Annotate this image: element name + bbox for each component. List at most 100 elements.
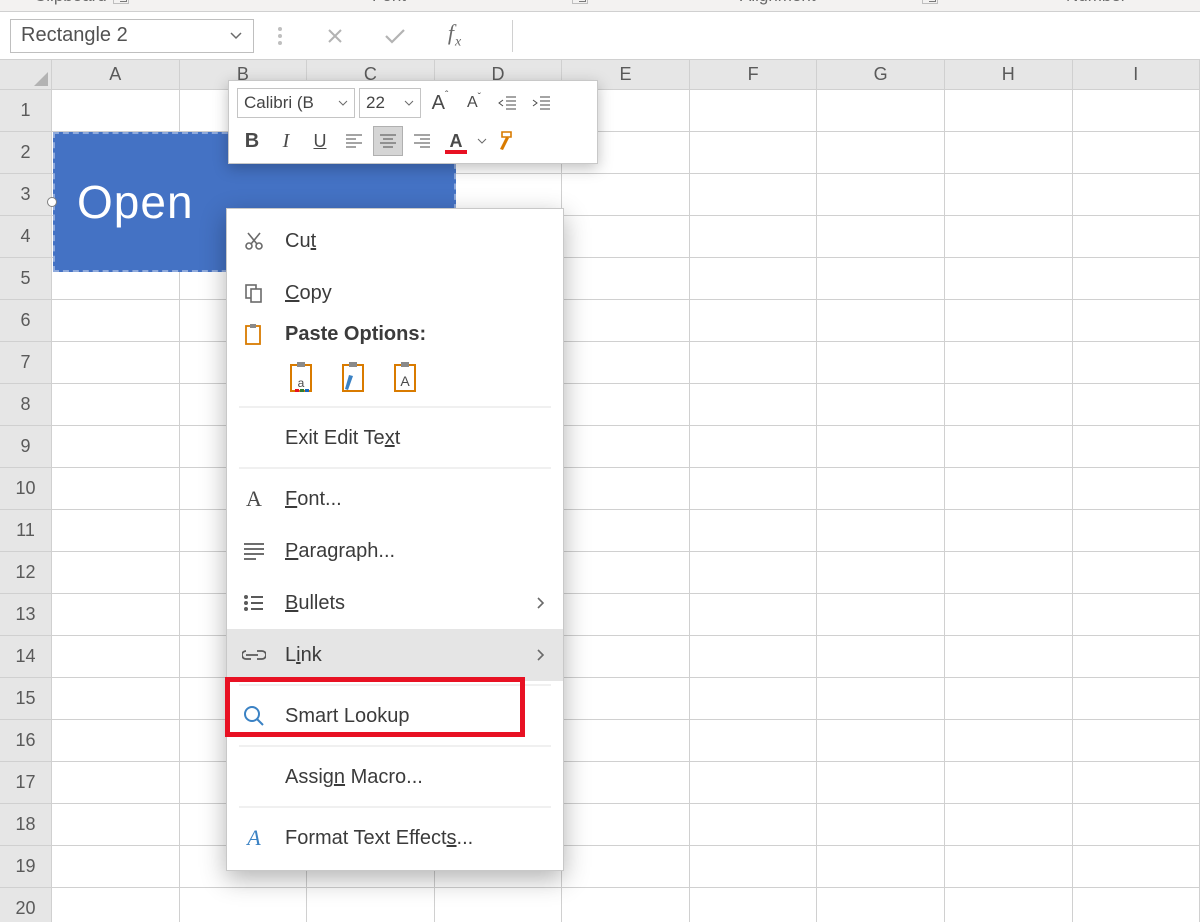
cell[interactable] (1073, 90, 1200, 132)
cell[interactable] (1073, 804, 1200, 846)
name-box-dropdown-icon[interactable] (227, 32, 245, 40)
row-header-3[interactable]: 3 (0, 174, 52, 216)
font-dialog-launcher-icon[interactable] (572, 0, 588, 4)
row-header-16[interactable]: 16 (0, 720, 52, 762)
row-header-8[interactable]: 8 (0, 384, 52, 426)
ctx-link[interactable]: Link (227, 629, 563, 681)
cell[interactable] (690, 426, 818, 468)
cell[interactable] (52, 636, 180, 678)
paste-text-only-button[interactable]: A (387, 357, 425, 401)
ctx-smart-lookup[interactable]: Smart Lookup (227, 690, 563, 742)
cell[interactable] (562, 846, 690, 888)
cell[interactable] (1073, 762, 1200, 804)
cell[interactable] (1073, 132, 1200, 174)
column-header-A[interactable]: A (52, 60, 180, 90)
cell[interactable] (180, 888, 308, 922)
cell[interactable] (945, 510, 1073, 552)
paste-keep-source-button[interactable]: a (283, 357, 321, 401)
row-header-18[interactable]: 18 (0, 804, 52, 846)
cell[interactable] (690, 804, 818, 846)
cell[interactable] (52, 384, 180, 426)
cell[interactable] (52, 342, 180, 384)
row-header-6[interactable]: 6 (0, 300, 52, 342)
cell[interactable] (817, 468, 945, 510)
align-left-button[interactable] (339, 126, 369, 156)
cell[interactable] (690, 132, 818, 174)
cell[interactable] (945, 636, 1073, 678)
name-box[interactable]: Rectangle 2 (10, 19, 254, 53)
cell[interactable] (1073, 342, 1200, 384)
ctx-copy[interactable]: Copy (227, 267, 563, 319)
cell[interactable] (690, 888, 818, 922)
cell[interactable] (562, 720, 690, 762)
cell[interactable] (1073, 636, 1200, 678)
cell[interactable] (945, 132, 1073, 174)
cell[interactable] (52, 510, 180, 552)
cell[interactable] (1073, 678, 1200, 720)
cell[interactable] (562, 468, 690, 510)
decrease-indent-button[interactable] (493, 88, 523, 118)
cell[interactable] (307, 888, 435, 922)
cell[interactable] (52, 846, 180, 888)
cell[interactable] (1073, 846, 1200, 888)
row-header-10[interactable]: 10 (0, 468, 52, 510)
cell[interactable] (435, 888, 563, 922)
cell[interactable] (562, 174, 690, 216)
cell[interactable] (945, 216, 1073, 258)
cell[interactable] (690, 258, 818, 300)
row-header-17[interactable]: 17 (0, 762, 52, 804)
row-header-1[interactable]: 1 (0, 90, 52, 132)
cell[interactable] (562, 636, 690, 678)
mini-font-combo[interactable]: Calibri (B (237, 88, 355, 118)
cell[interactable] (817, 342, 945, 384)
cell[interactable] (562, 888, 690, 922)
cell[interactable] (1073, 552, 1200, 594)
cell[interactable] (562, 300, 690, 342)
underline-button[interactable]: U (305, 126, 335, 156)
cell[interactable] (690, 720, 818, 762)
mini-size-combo[interactable]: 22 (359, 88, 421, 118)
cell[interactable] (817, 888, 945, 922)
cell[interactable] (817, 426, 945, 468)
cell[interactable] (945, 258, 1073, 300)
formula-bar-drag-handle-icon[interactable] (278, 27, 284, 45)
column-header-G[interactable]: G (817, 60, 945, 90)
cell[interactable] (817, 258, 945, 300)
cell[interactable] (945, 594, 1073, 636)
row-header-20[interactable]: 20 (0, 888, 52, 922)
cell[interactable] (690, 594, 818, 636)
cell[interactable] (52, 762, 180, 804)
row-header-14[interactable]: 14 (0, 636, 52, 678)
cell[interactable] (945, 174, 1073, 216)
resize-handle-left[interactable] (47, 197, 57, 207)
format-painter-button[interactable] (493, 126, 523, 156)
clipboard-dialog-launcher-icon[interactable] (113, 0, 129, 4)
cell[interactable] (562, 594, 690, 636)
cell[interactable] (817, 594, 945, 636)
row-header-13[interactable]: 13 (0, 594, 52, 636)
row-header-2[interactable]: 2 (0, 132, 52, 174)
increase-font-size-button[interactable]: Aˆ (425, 88, 455, 118)
cell[interactable] (52, 300, 180, 342)
cell[interactable] (1073, 300, 1200, 342)
insert-function-button[interactable]: fx (434, 21, 476, 51)
cell[interactable] (817, 174, 945, 216)
cell[interactable] (52, 888, 180, 922)
cell[interactable] (690, 762, 818, 804)
cell[interactable] (1073, 216, 1200, 258)
row-header-19[interactable]: 19 (0, 846, 52, 888)
cell[interactable] (690, 846, 818, 888)
cell[interactable] (52, 552, 180, 594)
cell[interactable] (945, 342, 1073, 384)
cell[interactable] (690, 678, 818, 720)
cell[interactable] (945, 762, 1073, 804)
cell[interactable] (562, 216, 690, 258)
cell[interactable] (52, 678, 180, 720)
cell[interactable] (945, 720, 1073, 762)
cell[interactable] (817, 678, 945, 720)
enter-edit-button[interactable] (374, 21, 416, 51)
cell[interactable] (562, 804, 690, 846)
paste-merge-formatting-button[interactable] (335, 357, 373, 401)
cell[interactable] (817, 300, 945, 342)
cell[interactable] (945, 300, 1073, 342)
